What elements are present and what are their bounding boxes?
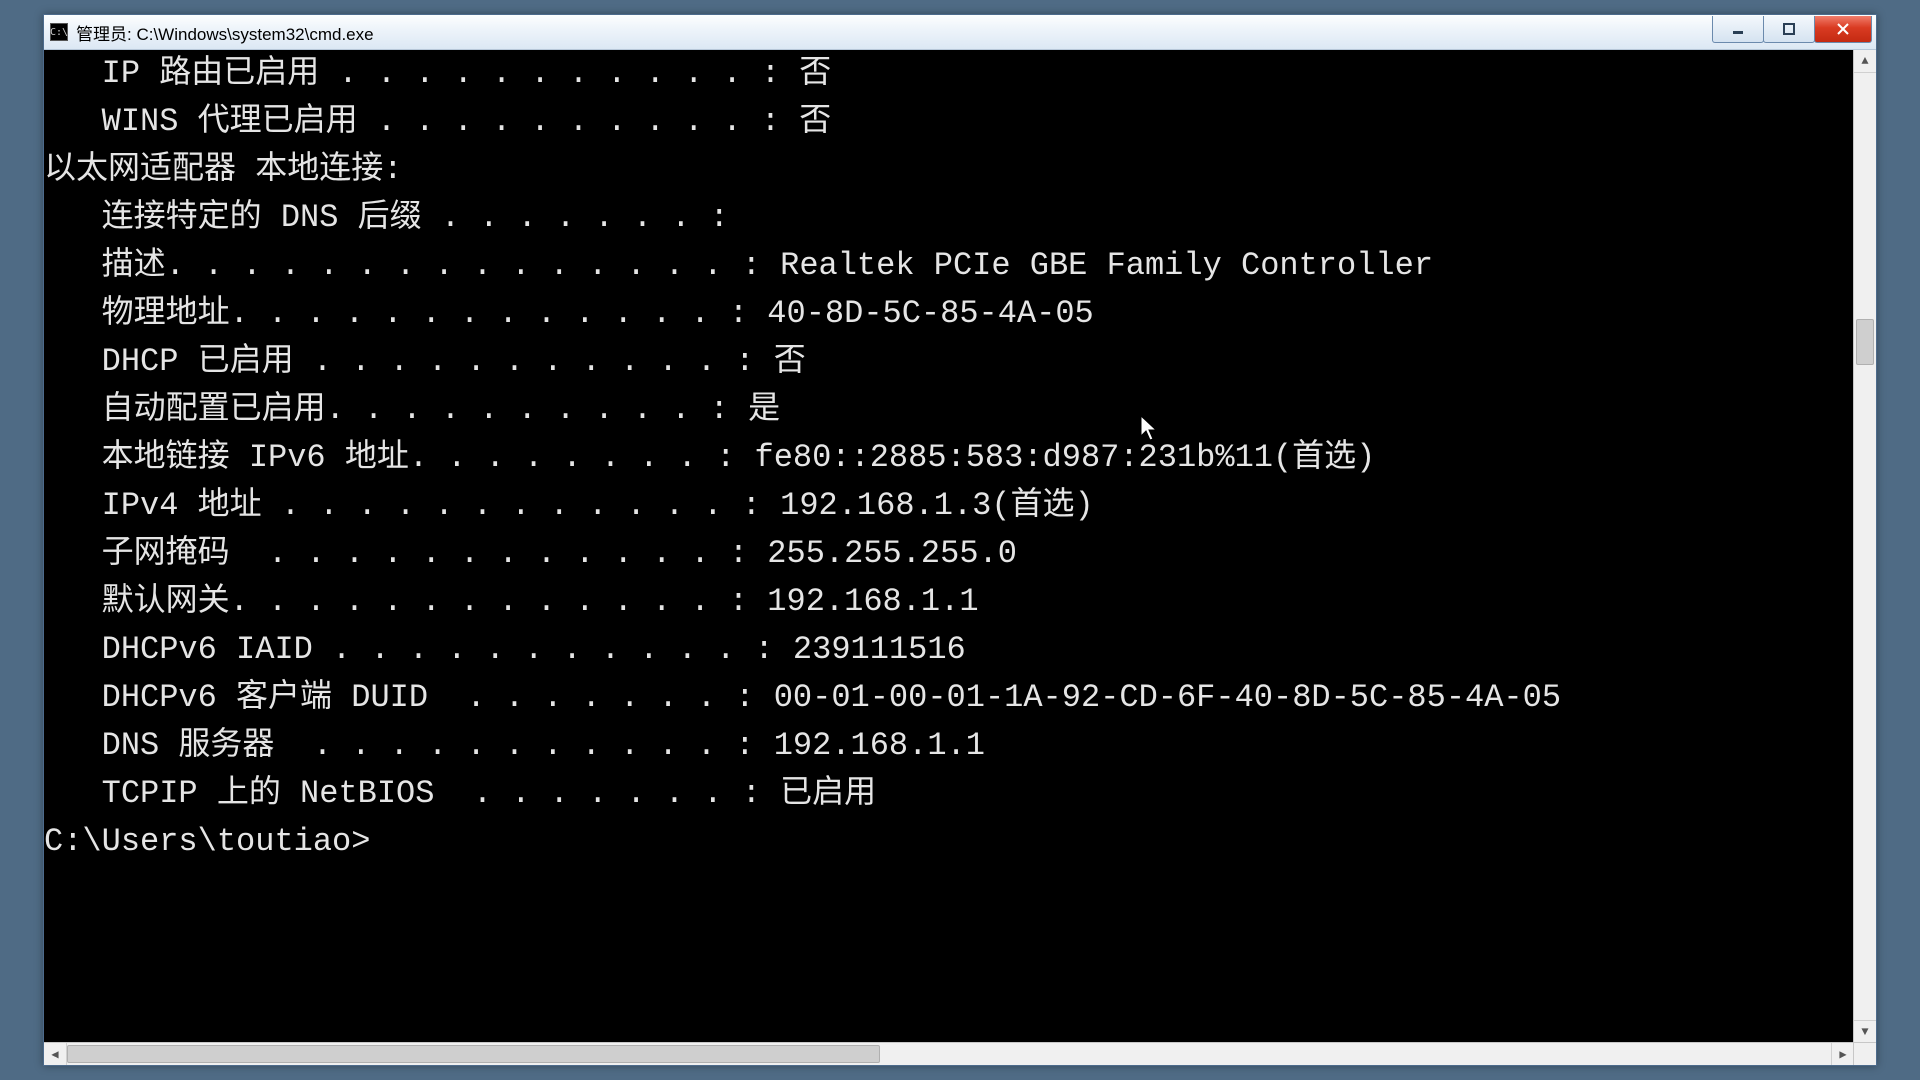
console-line: 子网掩码 . . . . . . . . . . . . : 255.255.2…: [44, 530, 1876, 578]
minimize-icon: [1731, 22, 1745, 36]
console-line: C:\Users\toutiao>: [44, 818, 1876, 866]
horizontal-scrollbar[interactable]: ◀ ▶: [44, 1042, 1854, 1065]
minimize-button[interactable]: [1712, 16, 1764, 43]
scroll-right-button[interactable]: ▶: [1831, 1043, 1854, 1065]
window-title: 管理员: C:\Windows\system32\cmd.exe: [76, 20, 374, 45]
console-line: DHCP 已启用 . . . . . . . . . . . : 否: [44, 338, 1876, 386]
close-icon: [1836, 22, 1850, 36]
maximize-button[interactable]: [1763, 16, 1815, 43]
console-line: WINS 代理已启用 . . . . . . . . . . : 否: [44, 98, 1876, 146]
console-line: DNS 服务器 . . . . . . . . . . . : 192.168.…: [44, 722, 1876, 770]
console-line: 物理地址. . . . . . . . . . . . . : 40-8D-5C…: [44, 290, 1876, 338]
scroll-up-button[interactable]: ▲: [1854, 50, 1876, 73]
cmd-icon: C:\: [50, 23, 68, 41]
desktop: C:\ 管理员: C:\Windows\system32\cmd.exe: [0, 0, 1920, 1080]
vertical-scroll-track[interactable]: [1854, 73, 1876, 1020]
horizontal-scroll-thumb[interactable]: [67, 1045, 880, 1063]
console-line: 以太网适配器 本地连接:: [44, 146, 1876, 194]
scroll-down-button[interactable]: ▼: [1854, 1020, 1876, 1043]
console-line: IPv4 地址 . . . . . . . . . . . . : 192.16…: [44, 482, 1876, 530]
console-line: 连接特定的 DNS 后缀 . . . . . . . :: [44, 194, 1876, 242]
close-button[interactable]: [1814, 16, 1872, 43]
titlebar[interactable]: C:\ 管理员: C:\Windows\system32\cmd.exe: [44, 15, 1876, 50]
maximize-icon: [1782, 22, 1796, 36]
scroll-left-button[interactable]: ◀: [44, 1043, 67, 1065]
console-output[interactable]: IP 路由已启用 . . . . . . . . . . . : 否 WINS …: [44, 50, 1876, 1065]
cmd-window: C:\ 管理员: C:\Windows\system32\cmd.exe: [43, 14, 1877, 1066]
console-line: DHCPv6 IAID . . . . . . . . . . . : 2391…: [44, 626, 1876, 674]
console-line: 自动配置已启用. . . . . . . . . . : 是: [44, 386, 1876, 434]
console-line: TCPIP 上的 NetBIOS . . . . . . . : 已启用: [44, 770, 1876, 818]
console-line: 描述. . . . . . . . . . . . . . . : Realte…: [44, 242, 1876, 290]
console-line: 本地链接 IPv6 地址. . . . . . . . : fe80::2885…: [44, 434, 1876, 482]
console-line: DHCPv6 客户端 DUID . . . . . . . : 00-01-00…: [44, 674, 1876, 722]
console-line: 默认网关. . . . . . . . . . . . . : 192.168.…: [44, 578, 1876, 626]
vertical-scrollbar[interactable]: ▲ ▼: [1853, 50, 1876, 1043]
size-grip[interactable]: [1853, 1042, 1876, 1065]
horizontal-scroll-track[interactable]: [67, 1043, 1831, 1065]
console-line: IP 路由已启用 . . . . . . . . . . . : 否: [44, 50, 1876, 98]
client-area: IP 路由已启用 . . . . . . . . . . . : 否 WINS …: [44, 50, 1876, 1065]
vertical-scroll-thumb[interactable]: [1856, 319, 1874, 365]
window-controls: [1713, 16, 1872, 42]
